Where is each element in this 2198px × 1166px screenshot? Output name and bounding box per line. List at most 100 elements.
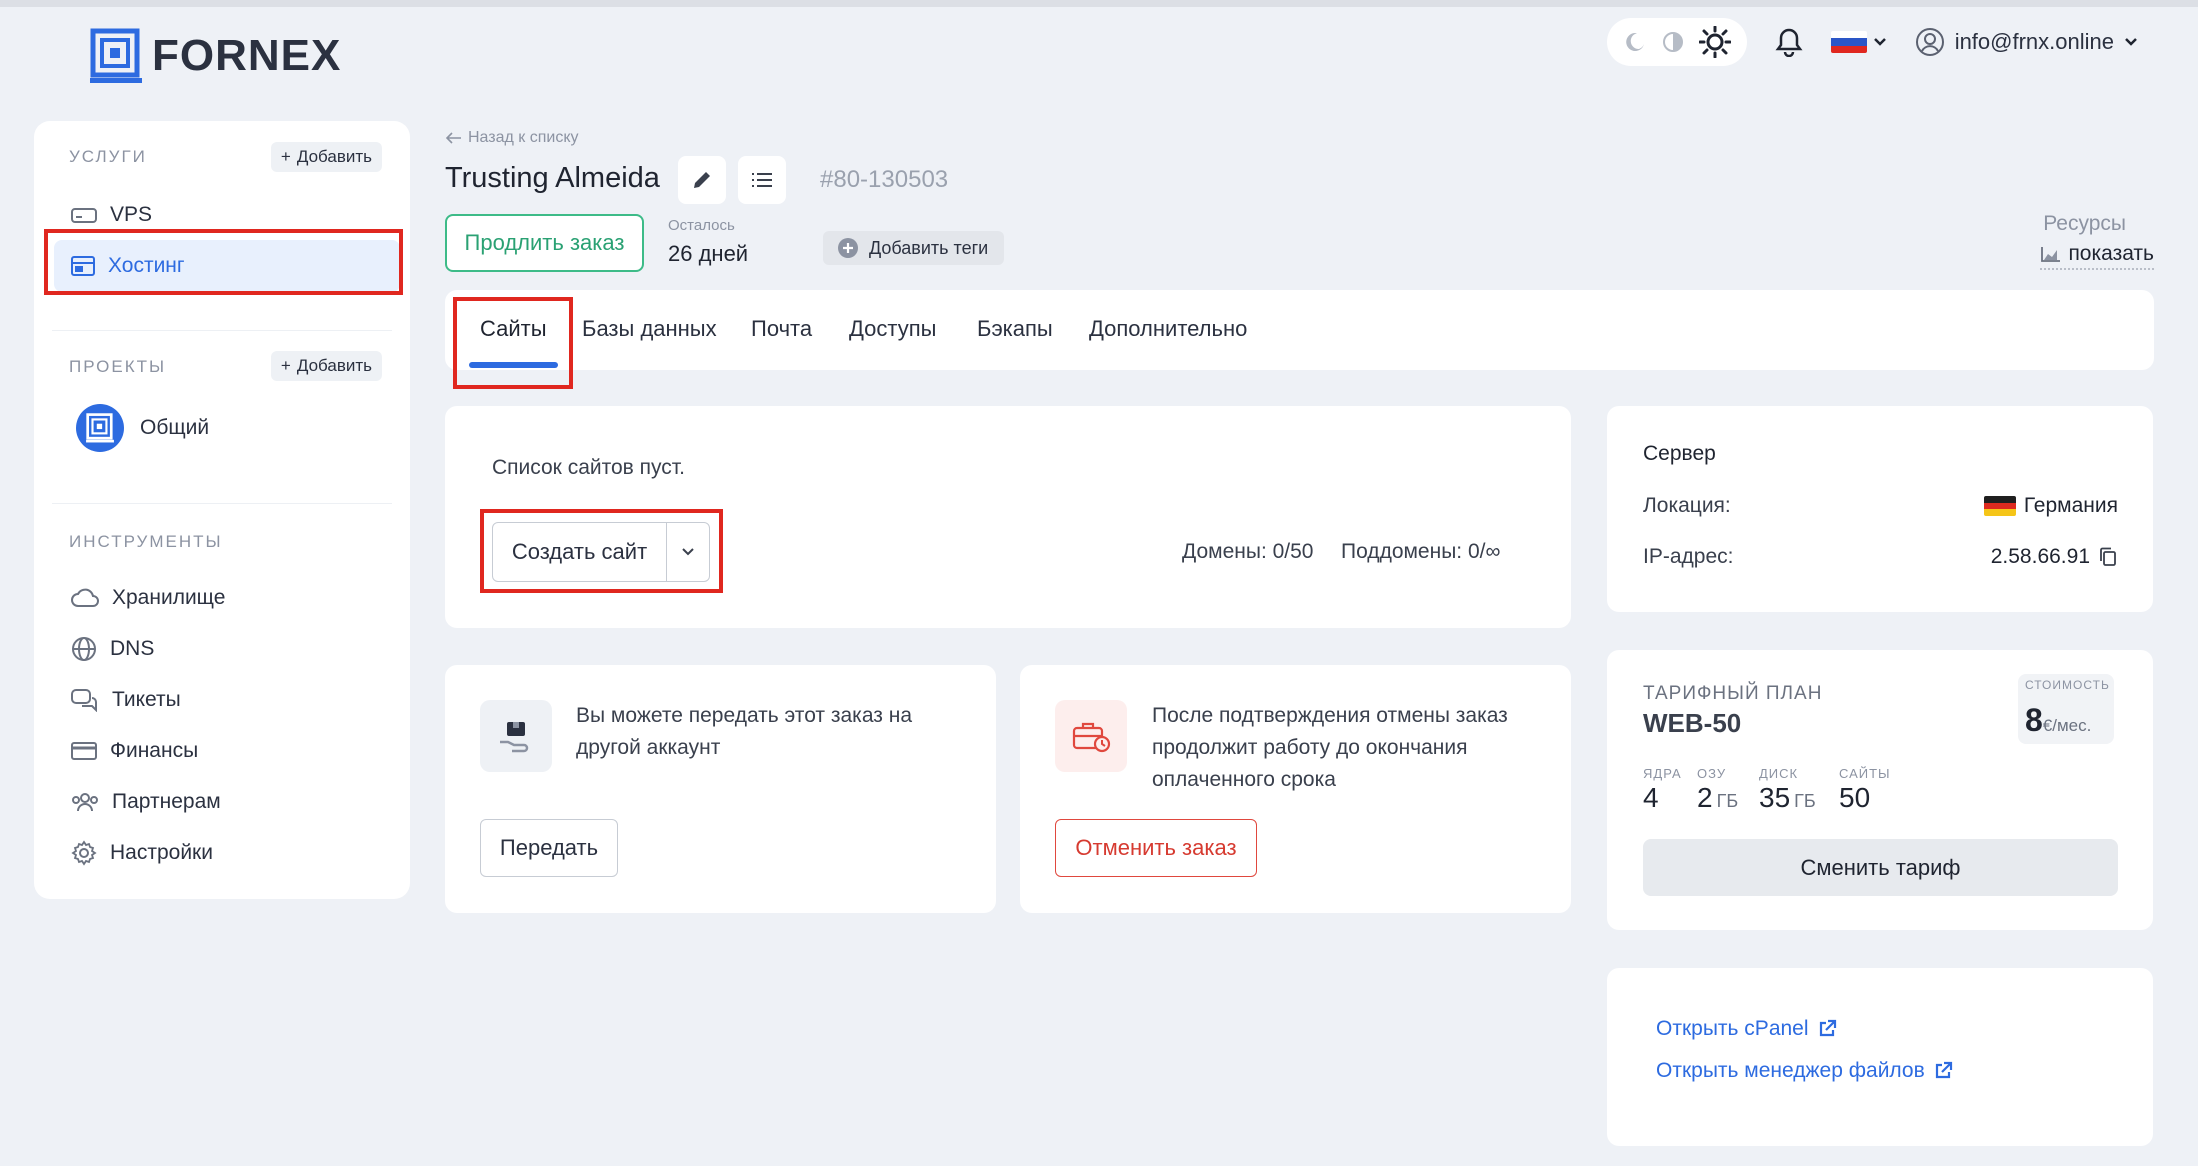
sidebar-item-label: Тикеты	[112, 688, 181, 711]
subdomains-count: Поддомены: 0/∞	[1341, 540, 1501, 563]
add-service-button[interactable]: + Добавить	[270, 142, 382, 172]
back-to-list-link[interactable]: Назад к списку	[446, 129, 579, 147]
open-cpanel-link[interactable]: Открыть cPanel	[1656, 1017, 1837, 1041]
links-card	[1607, 968, 2153, 1146]
add-project-button[interactable]: + Добавить	[270, 351, 382, 381]
gear-icon	[70, 839, 98, 867]
sidebar-item-tickets[interactable]: Тикеты	[64, 674, 394, 726]
tools-section-title: ИНСТРУМЕНТЫ	[69, 532, 223, 551]
spec-ram-value: 2 ГБ	[1697, 782, 1739, 813]
external-link-icon	[1817, 1019, 1837, 1039]
sidebar-item-settings[interactable]: Настройки	[64, 827, 394, 879]
domains-count: Домены: 0/50	[1182, 540, 1314, 563]
transfer-button[interactable]: Передать	[480, 819, 618, 877]
chat-icon	[70, 688, 100, 712]
pencil-icon	[691, 169, 713, 191]
edit-order-button[interactable]	[678, 156, 726, 204]
briefcase-clock-icon	[1055, 700, 1127, 772]
sidebar-item-label: Хранилище	[112, 586, 226, 609]
renew-order-button[interactable]: Продлить заказ	[445, 214, 644, 272]
plan-name: WEB-50	[1643, 708, 1742, 738]
spec-sites-value: 50	[1839, 782, 1871, 813]
change-plan-button[interactable]: Сменить тариф	[1643, 839, 2118, 896]
tab-additional[interactable]: Дополнительно	[1089, 316, 1247, 342]
location-label: Локация:	[1643, 494, 1731, 517]
resources-label: Ресурсы	[2043, 212, 2126, 235]
sidebar-item-label: VPS	[110, 203, 153, 226]
auto-theme-icon[interactable]	[1661, 30, 1685, 54]
sidebar-item-project-general[interactable]: Общий	[70, 402, 400, 454]
germany-flag-icon	[1983, 496, 2016, 516]
sidebar-item-partners[interactable]: Партнерам	[64, 776, 394, 828]
credit-card-icon	[70, 740, 98, 762]
hash-icon: #	[820, 166, 834, 193]
open-file-manager-link[interactable]: Открыть менеджер файлов	[1656, 1059, 1953, 1083]
user-email: info@frnx.online	[1954, 29, 2114, 54]
arrow-left-icon	[446, 132, 462, 144]
user-menu[interactable]: info@frnx.online	[1915, 27, 2138, 57]
ip-value: 2.58.66.91	[1990, 545, 2090, 568]
spec-cores-value: 4	[1643, 782, 1659, 813]
order-list-button[interactable]	[738, 156, 786, 204]
price-unit: €/мес.	[2042, 716, 2092, 735]
highlight-hosting	[44, 229, 403, 295]
copy-icon[interactable]	[2098, 546, 2118, 568]
server-title: Сервер	[1643, 442, 1716, 465]
add-tags-button[interactable]: Добавить теги	[823, 231, 1005, 265]
sidebar-item-finance[interactable]: Финансы	[64, 725, 394, 777]
sidebar-item-label: Финансы	[110, 739, 199, 762]
tab-databases[interactable]: Базы данных	[582, 316, 717, 342]
remaining-value: 26 дней	[668, 241, 749, 266]
spec-disk-value: 35 ГБ	[1759, 782, 1816, 813]
brand-logo[interactable]: FORNEX	[90, 28, 341, 84]
sidebar-item-storage[interactable]: Хранилище	[64, 572, 394, 624]
show-resources-link[interactable]: показать	[2040, 242, 2154, 270]
order-title: Trusting Almeida	[445, 162, 660, 194]
globe-icon	[70, 635, 98, 663]
header-controls: info@frnx.online	[1606, 18, 2138, 66]
sidebar-item-label: Партнерам	[112, 790, 221, 813]
sidebar-divider	[52, 330, 392, 331]
top-strip	[0, 0, 2198, 7]
users-icon	[70, 790, 100, 814]
language-selector[interactable]	[1830, 31, 1887, 53]
sidebar-item-label: Общий	[140, 416, 210, 439]
server-location-row: Локация: Германия	[1643, 494, 2118, 518]
sidebar-item-dns[interactable]: DNS	[64, 623, 394, 675]
plus-icon: +	[280, 356, 291, 375]
transfer-text: Вы можете передать этот заказ на другой …	[576, 704, 912, 759]
cloud-icon	[70, 587, 100, 609]
sites-empty-text: Список сайтов пуст.	[492, 456, 685, 479]
price-label: СТОИМОСТЬ	[2025, 678, 2110, 692]
russia-flag-icon	[1830, 31, 1867, 53]
plus-circle-icon	[837, 237, 859, 259]
spec-ram-label: ОЗУ	[1697, 766, 1727, 781]
cancel-text: После подтверждения отмены заказ продолж…	[1152, 704, 1508, 791]
chevron-down-icon	[1873, 37, 1887, 47]
spec-cores-label: ЯДРА	[1643, 766, 1682, 781]
order-id: #80-130503	[820, 166, 949, 193]
moon-icon[interactable]	[1623, 30, 1647, 54]
bell-icon[interactable]	[1775, 27, 1803, 57]
plan-label: ТАРИФНЫЙ ПЛАН	[1643, 683, 1823, 704]
spec-disk-label: ДИСК	[1759, 766, 1799, 781]
sidebar-divider	[52, 503, 392, 504]
tab-mail[interactable]: Почта	[751, 316, 812, 342]
spec-sites-label: САЙТЫ	[1839, 766, 1891, 781]
remaining-label: Осталось	[668, 217, 735, 234]
sun-icon[interactable]	[1698, 26, 1731, 58]
cancel-order-button[interactable]: Отменить заказ	[1055, 819, 1257, 877]
highlight-create-site	[480, 509, 723, 593]
tab-access[interactable]: Доступы	[849, 316, 936, 342]
chevron-down-icon	[2124, 37, 2138, 47]
fornex-logo-icon	[90, 28, 142, 84]
area-chart-icon	[2040, 245, 2062, 263]
tab-backups[interactable]: Бэкапы	[977, 316, 1053, 342]
location-value: Германия	[2023, 494, 2118, 517]
plus-icon: +	[280, 147, 291, 166]
projects-section-title: ПРОЕКТЫ	[69, 357, 167, 376]
server-ip-row: IP-адрес: 2.58.66.91	[1643, 545, 2118, 569]
project-logo-icon	[76, 404, 124, 452]
price-value: 8	[2025, 702, 2043, 738]
theme-switcher	[1606, 18, 1747, 66]
